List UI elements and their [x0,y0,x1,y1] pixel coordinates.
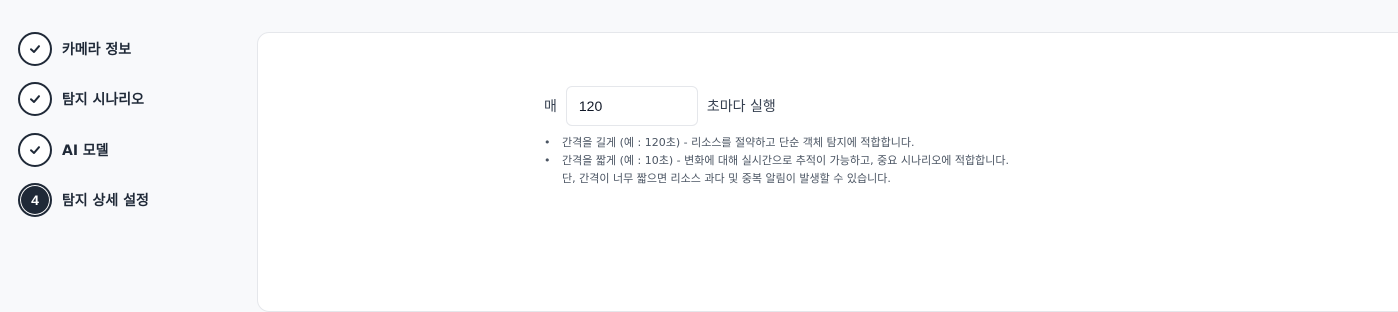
step-complete-indicator [18,32,52,66]
bullet-icon: • [544,154,551,167]
step-label: 탐지 시나리오 [62,92,145,108]
step-detection-detail-settings[interactable]: 4 탐지 상세 설정 [18,183,149,217]
help-text: 간격을 길게 (예 : 120초) - 리소스를 절약하고 단순 객체 탐지에 … [562,136,915,149]
step-label: 카메라 정보 [62,42,132,58]
help-item-continuation: 단, 간격이 너무 짧으면 리소스 과다 및 중복 알림이 발생할 수 있습니다… [544,170,1244,188]
help-text: 단, 간격이 너무 짧으면 리소스 과다 및 중복 알림이 발생할 수 있습니다… [562,172,891,185]
step-active-indicator: 4 [18,183,52,217]
check-icon [30,45,40,53]
step-label: AI 모델 [62,143,109,159]
interval-prefix: 매 [544,99,557,115]
interval-help-list: • 간격을 길게 (예 : 120초) - 리소스를 절약하고 단순 객체 탐지… [544,134,1244,188]
step-camera-info[interactable]: 카메라 정보 [18,32,131,66]
check-icon [30,95,40,103]
help-item: • 간격을 길게 (예 : 120초) - 리소스를 절약하고 단순 객체 탐지… [544,134,1244,152]
step-ai-model[interactable]: AI 모델 [18,133,109,167]
step-complete-indicator [18,133,52,167]
stepper-sidebar: 카메라 정보 탐지 시나리오 AI 모델 4 탐지 상세 설정 [0,0,258,294]
step-number: 4 [31,192,39,208]
step-detection-scenario[interactable]: 탐지 시나리오 [18,82,144,116]
help-text: 간격을 짧게 (예 : 10초) - 변화에 대해 실시간으로 추적이 가능하고… [562,154,1010,167]
bullet-icon: • [544,136,551,149]
step-label: 탐지 상세 설정 [62,193,150,209]
interval-row: 매 초마다 실행 [544,86,776,126]
interval-seconds-input[interactable] [565,86,698,126]
check-icon [30,146,40,154]
interval-suffix: 초마다 실행 [706,99,776,115]
help-item: • 간격을 짧게 (예 : 10초) - 변화에 대해 실시간으로 추적이 가능… [544,152,1244,170]
step-complete-indicator [18,82,52,116]
